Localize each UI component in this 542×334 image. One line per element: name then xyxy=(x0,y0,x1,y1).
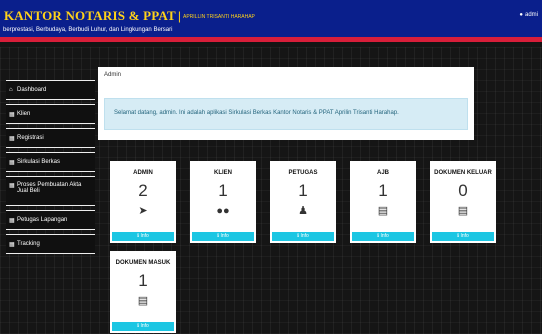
card-title: ADMIN xyxy=(133,170,153,176)
info-button-label: Info xyxy=(220,233,229,239)
stat-card-klien: KLIEN 1 ●● ℹ Info xyxy=(190,161,256,243)
user-name: admi xyxy=(524,12,538,18)
user-icon: ● xyxy=(519,12,523,18)
stat-card-ajb: AJB 1 ▤ ℹ Info xyxy=(350,161,416,243)
sidebar-item-proses-akta[interactable]: ▦ Proses Pembuatan Akta Jual Beli xyxy=(6,176,95,206)
list-icon: ▦ xyxy=(9,183,15,189)
top-navbar: KANTOR NOTARIS & PPAT | APRILLIN TRISANTI … xyxy=(0,0,542,42)
sidebar-item-label: Petugas Lapangan xyxy=(17,217,68,223)
brand-title: KANTOR NOTARIS & PPAT xyxy=(4,8,176,23)
sidebar-item-label: Sirkulasi Berkas xyxy=(17,159,61,165)
stat-card-dokumen-keluar: DOKUMEN KELUAR 0 ▤ ℹ Info xyxy=(430,161,496,243)
info-button[interactable]: ℹ Info xyxy=(352,232,414,241)
breadcrumb: Admin xyxy=(98,67,474,82)
info-button[interactable]: ℹ Info xyxy=(112,322,174,331)
list-icon: ▦ xyxy=(9,135,15,142)
sidebar-item-label: Dashboard xyxy=(17,87,47,93)
brand-subtitle: APRILLIN TRISANTI HARAHAP xyxy=(183,14,255,20)
card-title: DOKUMEN MASUK xyxy=(115,260,171,266)
card-title: AJB xyxy=(376,170,389,176)
stat-card-dokumen-masuk: DOKUMEN MASUK 1 ▤ ℹ Info xyxy=(110,251,176,333)
sidebar-item-label: Registrasi xyxy=(17,135,44,141)
sidebar-item-label: Proses Pembuatan Akta Jual Beli xyxy=(17,182,82,194)
card-count: 1 xyxy=(298,181,308,200)
document-icon: ▤ xyxy=(377,205,389,217)
home-icon: ⌂ xyxy=(9,87,13,93)
tagline: berprestasi, Berbudaya, Berbudi Luhur, d… xyxy=(3,27,173,33)
card-title: DOKUMEN KELUAR xyxy=(434,170,492,176)
card-count: 0 xyxy=(458,181,468,200)
info-button[interactable]: ℹ Info xyxy=(432,232,494,241)
sidebar-item-label: Klien xyxy=(17,111,31,117)
card-count: 2 xyxy=(138,181,148,200)
card-count: 1 xyxy=(218,181,228,200)
info-button-label: Info xyxy=(300,233,309,239)
info-button[interactable]: ℹ Info xyxy=(112,232,174,241)
sidebar-item-label: Tracking xyxy=(17,241,40,247)
sidebar-item-dashboard[interactable]: ⌂ Dashboard xyxy=(6,80,95,100)
stat-card-petugas: PETUGAS 1 ♟ ℹ Info xyxy=(270,161,336,243)
list-icon: ▦ xyxy=(9,241,15,248)
info-button-label: Info xyxy=(140,233,149,239)
stat-card-admin: ADMIN 2 ➤ ℹ Info xyxy=(110,161,176,243)
sidebar: ⌂ Dashboard ▦ Klien ▦ Registrasi ▦ Sirku… xyxy=(6,80,95,258)
sidebar-item-klien[interactable]: ▦ Klien xyxy=(6,104,95,124)
send-icon: ➤ xyxy=(138,205,148,217)
document-icon: ▤ xyxy=(457,205,469,217)
users-icon: ●● xyxy=(216,205,230,217)
sidebar-item-petugas-lapangan[interactable]: ▦ Petugas Lapangan xyxy=(6,210,95,230)
list-icon: ▦ xyxy=(9,111,15,118)
sidebar-item-registrasi[interactable]: ▦ Registrasi xyxy=(6,128,95,148)
info-button-label: Info xyxy=(140,323,149,329)
card-count: 1 xyxy=(378,181,388,200)
card-count: 1 xyxy=(138,271,148,290)
user-menu[interactable]: ● admi xyxy=(519,12,538,18)
info-button[interactable]: ℹ Info xyxy=(192,232,254,241)
sidebar-item-tracking[interactable]: ▦ Tracking xyxy=(6,234,95,254)
card-title: KLIEN xyxy=(214,170,232,176)
sidebar-item-sirkulasi-berkas[interactable]: ▦ Sirkulasi Berkas xyxy=(6,152,95,172)
info-button-label: Info xyxy=(380,233,389,239)
list-icon: ▦ xyxy=(9,159,15,166)
info-button[interactable]: ℹ Info xyxy=(272,232,334,241)
list-icon: ▦ xyxy=(9,217,15,224)
brand[interactable]: KANTOR NOTARIS & PPAT | APRILLIN TRISANTI … xyxy=(4,7,255,25)
info-button-label: Info xyxy=(460,233,469,239)
brand-separator: | xyxy=(177,9,182,23)
card-title: PETUGAS xyxy=(288,170,318,176)
welcome-alert: Selamat datang, admin. Ini adalah aplika… xyxy=(104,98,468,130)
document-icon: ▤ xyxy=(137,295,149,307)
user-icon: ♟ xyxy=(298,205,308,217)
